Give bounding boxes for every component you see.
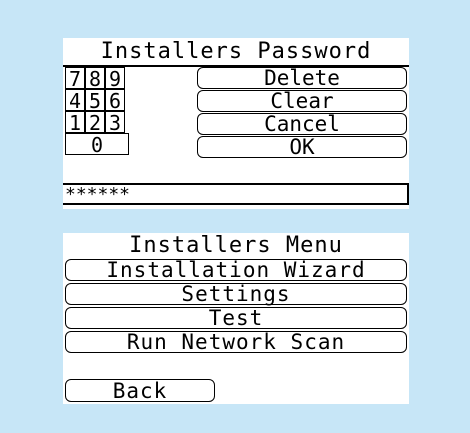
- settings-button[interactable]: Settings: [65, 283, 407, 305]
- key-2[interactable]: 2: [85, 111, 105, 134]
- key-4[interactable]: 4: [65, 89, 85, 112]
- back-button[interactable]: Back: [65, 379, 215, 402]
- background-panel: Installers Password 7 8 9 4 5 6 1 2 3 0 …: [0, 0, 470, 433]
- key-1[interactable]: 1: [65, 111, 85, 134]
- menu-screen: Installers Menu Installation Wizard Sett…: [63, 233, 409, 404]
- clear-button[interactable]: Clear: [197, 90, 407, 112]
- menu-title: Installers Menu: [129, 233, 343, 258]
- password-screen: Installers Password 7 8 9 4 5 6 1 2 3 0 …: [63, 38, 409, 209]
- delete-button[interactable]: Delete: [197, 67, 407, 89]
- key-3[interactable]: 3: [105, 111, 125, 134]
- ok-button[interactable]: OK: [197, 136, 407, 158]
- installation-wizard-button[interactable]: Installation Wizard: [65, 259, 407, 281]
- key-9[interactable]: 9: [105, 67, 125, 90]
- key-0[interactable]: 0: [65, 133, 129, 156]
- key-6[interactable]: 6: [105, 89, 125, 112]
- key-7[interactable]: 7: [65, 67, 85, 90]
- test-button[interactable]: Test: [65, 307, 407, 329]
- key-8[interactable]: 8: [85, 67, 105, 90]
- run-network-scan-button[interactable]: Run Network Scan: [65, 331, 407, 353]
- password-field[interactable]: ******: [63, 183, 409, 205]
- cancel-button[interactable]: Cancel: [197, 113, 407, 135]
- password-title: Installers Password: [100, 39, 372, 64]
- key-5[interactable]: 5: [85, 89, 105, 112]
